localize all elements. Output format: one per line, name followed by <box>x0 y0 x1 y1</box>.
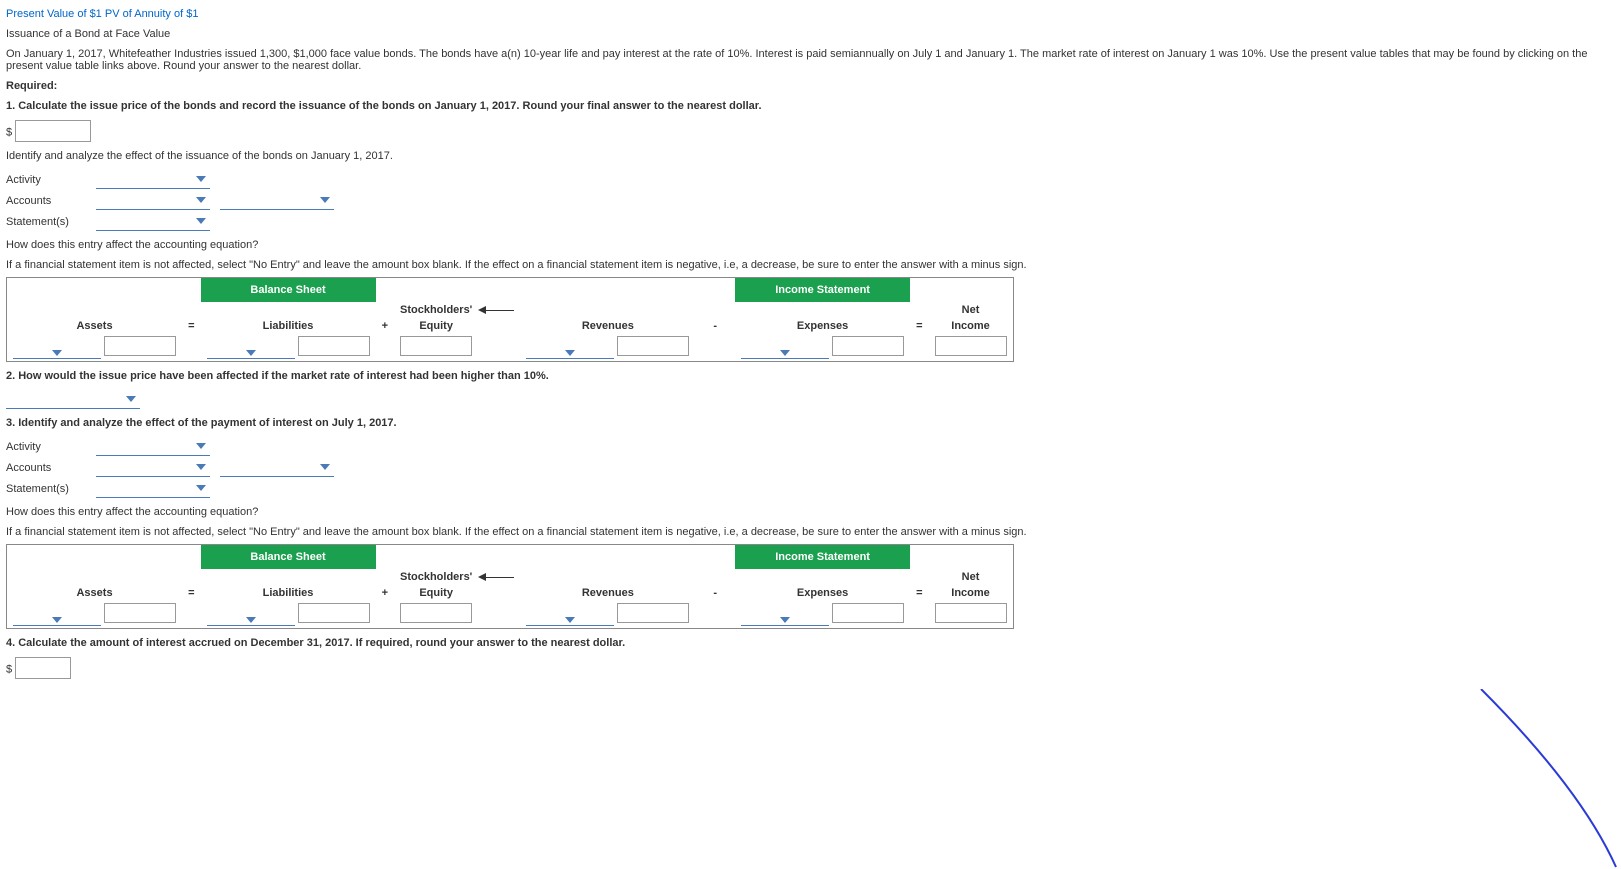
chevron-down-icon <box>565 350 575 356</box>
chevron-down-icon <box>196 218 206 224</box>
row-statements-label: Statement(s) <box>6 216 96 228</box>
se-header-1b: Stockholders' <box>394 569 478 585</box>
se-header-2: Equity <box>394 318 478 334</box>
arrow-left-icon <box>484 577 514 578</box>
exp-input-1[interactable] <box>832 336 904 356</box>
chevron-down-icon <box>320 464 330 470</box>
row-accounts-label-2: Accounts <box>6 462 96 474</box>
page-title: Issuance of a Bond at Face Value <box>6 28 1615 40</box>
rev-input-1[interactable] <box>617 336 689 356</box>
chevron-down-icon <box>246 350 256 356</box>
activity-select-1[interactable] <box>96 170 210 189</box>
assets-input-1[interactable] <box>104 336 176 356</box>
how-text-2: How does this entry affect the accountin… <box>6 506 1615 518</box>
liab-header-2: Liabilities <box>201 585 376 601</box>
liab-input-1[interactable] <box>298 336 370 356</box>
net-header: Net <box>929 302 1014 318</box>
chevron-down-icon <box>126 396 136 402</box>
chevron-down-icon <box>196 443 206 449</box>
pv-link[interactable]: Present Value of $1 <box>6 8 102 20</box>
inc-header-2: Income <box>929 585 1014 601</box>
dollar-sign: $ <box>6 127 12 139</box>
rev-header-2: Revenues <box>520 585 695 601</box>
required-label: Required: <box>6 80 1615 92</box>
statements-select-2[interactable] <box>96 479 210 498</box>
inc-input-2[interactable] <box>935 603 1007 623</box>
chevron-down-icon <box>196 197 206 203</box>
chevron-down-icon <box>780 617 790 623</box>
row-activity-label-2: Activity <box>6 441 96 453</box>
accounts-select-2b[interactable] <box>220 458 334 477</box>
is-header: Income Statement <box>735 278 910 303</box>
q1-label: 1. Calculate the issue price of the bond… <box>6 100 762 112</box>
assets-dd-2[interactable] <box>13 615 101 626</box>
rev-dd-2[interactable] <box>526 615 614 626</box>
issue-price-input[interactable] <box>15 120 91 142</box>
note-text-1: If a financial statement item is not aff… <box>6 259 1615 271</box>
rev-header: Revenues <box>520 318 695 334</box>
chevron-down-icon <box>780 350 790 356</box>
chevron-down-icon <box>196 176 206 182</box>
chevron-down-icon <box>320 197 330 203</box>
exp-dd-1[interactable] <box>741 348 829 359</box>
liab-header: Liabilities <box>201 318 376 334</box>
assets-header-2: Assets <box>7 585 183 601</box>
assets-input-2[interactable] <box>104 603 176 623</box>
chevron-down-icon <box>246 617 256 623</box>
arrow-left-icon <box>484 310 514 311</box>
se-input-1[interactable] <box>400 336 472 356</box>
accounts-select-2[interactable] <box>96 458 210 477</box>
q3-label: 3. Identify and analyze the effect of th… <box>6 417 397 429</box>
identify-text-1: Identify and analyze the effect of the i… <box>6 150 1615 162</box>
note-text-2: If a financial statement item is not aff… <box>6 526 1615 538</box>
chevron-down-icon <box>196 464 206 470</box>
liab-dd-2[interactable] <box>207 615 295 626</box>
liab-dd-1[interactable] <box>207 348 295 359</box>
inc-input-1[interactable] <box>935 336 1007 356</box>
rev-input-2[interactable] <box>617 603 689 623</box>
row-accounts-label: Accounts <box>6 195 96 207</box>
decorative-curve <box>1441 689 1621 869</box>
q4-label: 4. Calculate the amount of interest accr… <box>6 637 625 649</box>
problem-text: On January 1, 2017, Whitefeather Industr… <box>6 48 1615 72</box>
activity-select-2[interactable] <box>96 437 210 456</box>
q2-select[interactable] <box>6 390 140 409</box>
se-input-2[interactable] <box>400 603 472 623</box>
row-activity-label: Activity <box>6 174 96 186</box>
se-header-2b: Equity <box>394 585 478 601</box>
inc-header: Income <box>929 318 1014 334</box>
bs-header: Balance Sheet <box>201 278 376 303</box>
rev-dd-1[interactable] <box>526 348 614 359</box>
how-text-1: How does this entry affect the accountin… <box>6 239 1615 251</box>
chevron-down-icon <box>565 617 575 623</box>
q2-label: 2. How would the issue price have been a… <box>6 370 549 382</box>
statements-select-1[interactable] <box>96 212 210 231</box>
interest-accrued-input[interactable] <box>15 657 71 679</box>
net-header-2: Net <box>929 569 1014 585</box>
chevron-down-icon <box>52 350 62 356</box>
chevron-down-icon <box>196 485 206 491</box>
exp-dd-2[interactable] <box>741 615 829 626</box>
bs-header-2: Balance Sheet <box>201 545 376 570</box>
se-header-1: Stockholders' <box>394 302 478 318</box>
chevron-down-icon <box>52 617 62 623</box>
dollar-sign-2: $ <box>6 664 12 676</box>
liab-input-2[interactable] <box>298 603 370 623</box>
accounts-select-1[interactable] <box>96 191 210 210</box>
exp-header: Expenses <box>735 318 910 334</box>
exp-input-2[interactable] <box>832 603 904 623</box>
row-statements-label-2: Statement(s) <box>6 483 96 495</box>
assets-header: Assets <box>7 318 183 334</box>
equation-table-1: Balance Sheet Income Statement Stockhold… <box>6 277 1014 362</box>
is-header-2: Income Statement <box>735 545 910 570</box>
equation-table-2: Balance Sheet Income Statement Stockhold… <box>6 544 1014 629</box>
pva-link[interactable]: PV of Annuity of $1 <box>105 8 199 20</box>
exp-header-2: Expenses <box>735 585 910 601</box>
accounts-select-1b[interactable] <box>220 191 334 210</box>
assets-dd-1[interactable] <box>13 348 101 359</box>
